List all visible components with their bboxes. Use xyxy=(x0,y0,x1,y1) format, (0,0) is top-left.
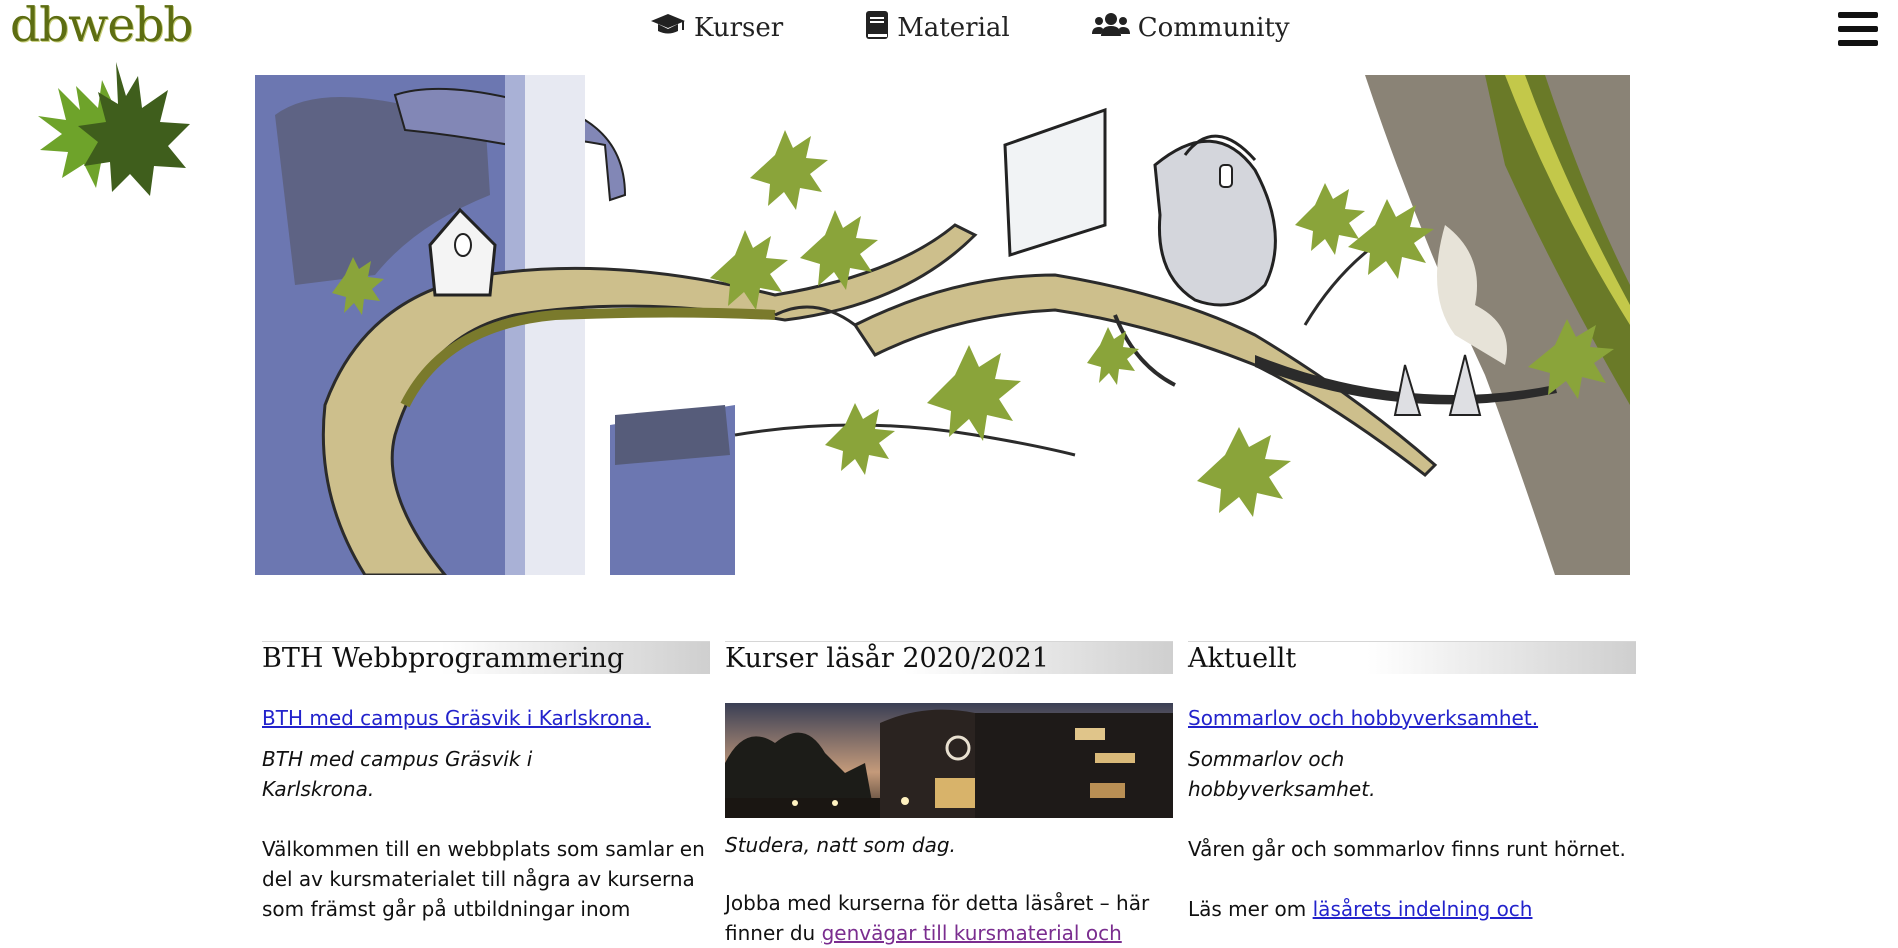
main-navigation: Kurser Material Community xyxy=(650,0,1372,56)
campus-night-image[interactable] xyxy=(725,703,1173,818)
lasaret-indelning-link[interactable]: läsårets indelning och xyxy=(1313,897,1533,921)
nav-label-material: Material xyxy=(897,13,1010,43)
column-kurser: Kurser läsår 2020/2021 Studera, natt som… xyxy=(725,641,1173,948)
logo-text[interactable]: dbwebb xyxy=(10,0,193,53)
column-title: Aktuellt xyxy=(1188,641,1636,674)
body-text: Våren går och sommarlov finns runt hörne… xyxy=(1188,837,1626,921)
column-aktuellt: Aktuellt Sommarlov och hobbyverksamhet. … xyxy=(1188,641,1636,948)
body-text: Välkommen till en webbplats som samlar e… xyxy=(262,837,705,921)
column-title: Kurser läsår 2020/2021 xyxy=(725,641,1173,674)
column-bth: BTH Webbprogrammering BTH med campus Grä… xyxy=(262,641,710,948)
nav-item-community[interactable]: Community xyxy=(1091,12,1290,45)
maple-leaf-logo-icon[interactable] xyxy=(18,58,196,206)
hamburger-menu-icon[interactable] xyxy=(1838,12,1880,54)
teaser-text: Sommarlov och hobbyverksamhet. xyxy=(1188,747,1376,801)
users-icon xyxy=(1091,12,1130,45)
content-columns: BTH Webbprogrammering BTH med campus Grä… xyxy=(262,641,1637,948)
nav-label-kurser: Kurser xyxy=(694,13,784,43)
hero-illustration xyxy=(255,75,1630,575)
book-icon xyxy=(865,10,889,47)
nav-item-material[interactable]: Material xyxy=(865,10,1010,47)
column-title: BTH Webbprogrammering xyxy=(262,641,710,674)
image-caption: Studera, natt som dag. xyxy=(725,833,956,857)
nav-item-kurser[interactable]: Kurser xyxy=(650,13,783,44)
body-text: Jobba med kurserna för detta läsåret – h… xyxy=(725,891,1150,945)
bth-campus-link[interactable]: BTH med campus Gräsvik i Karlskrona. xyxy=(262,706,651,730)
graduation-cap-icon xyxy=(650,13,686,44)
sommarlov-link[interactable]: Sommarlov och hobbyverksamhet. xyxy=(1188,706,1538,730)
teaser-text: BTH med campus Gräsvik i Karlskrona. xyxy=(262,747,533,801)
course-material-link[interactable]: genvägar till kursmaterial och xyxy=(822,921,1122,945)
nav-label-community: Community xyxy=(1137,13,1290,43)
